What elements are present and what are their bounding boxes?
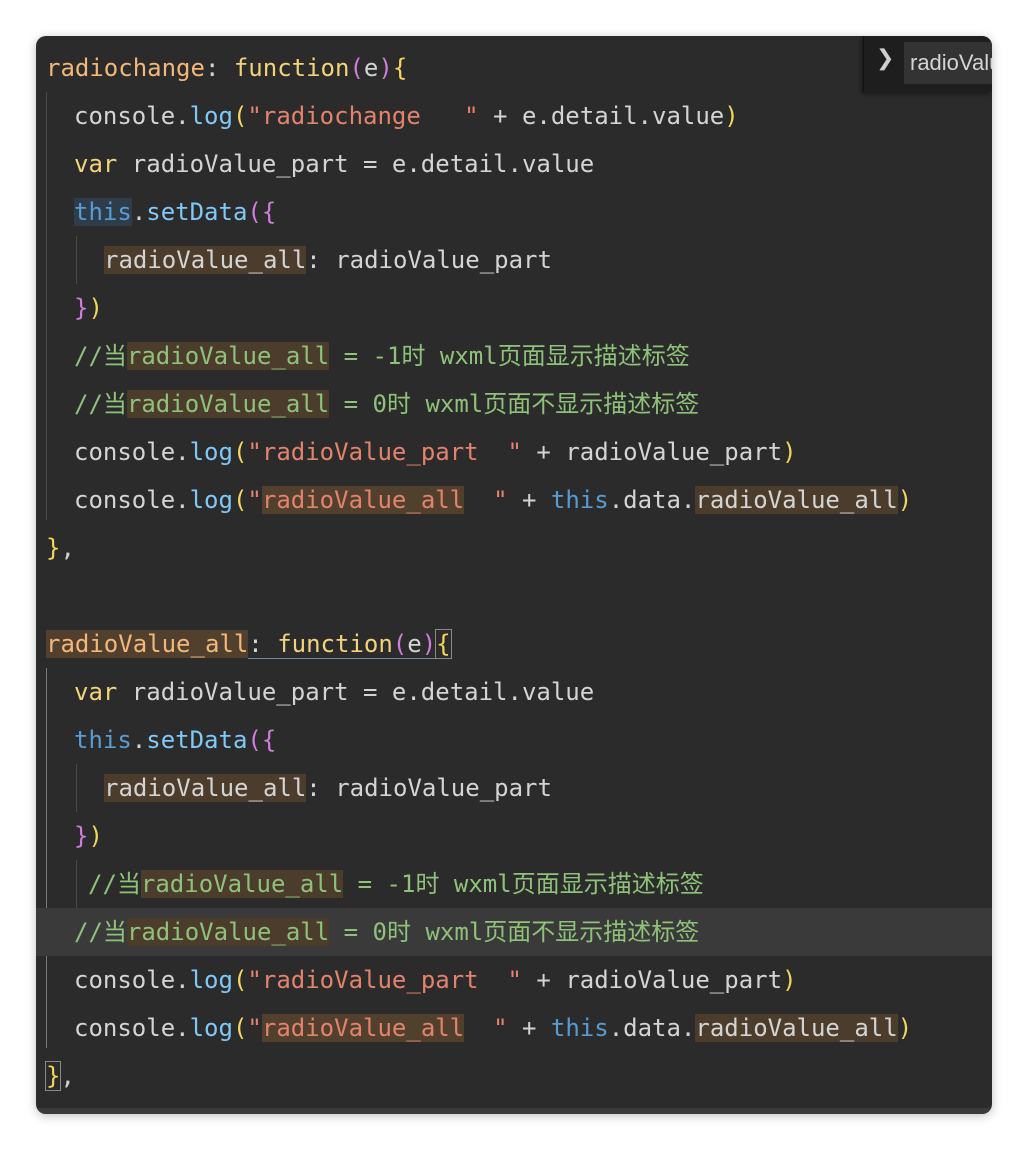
var-decl: radioValue_part = e.detail.value [117, 678, 595, 706]
member-access: .data. [608, 1014, 696, 1042]
colon: : [204, 54, 234, 82]
comment-text: = -1时 wxml页面显示描述标签 [343, 870, 704, 898]
log-method: log [189, 966, 233, 994]
comment-prefix: //当 [74, 342, 127, 370]
code-line-3[interactable]: var radioValue_part = e.detail.value [36, 140, 992, 188]
console-obj: console [74, 966, 176, 994]
code-line-19-current[interactable]: //当radioValue_all = 0时 wxml页面不显示描述标签 [36, 908, 992, 956]
comment-prefix: //当 [88, 870, 141, 898]
console-obj: console [74, 438, 176, 466]
highlight-radioValue_all: radioValue_all [126, 918, 330, 946]
comment-text: = 0时 wxml页面不显示描述标签 [329, 390, 700, 418]
setdata-method: setData [146, 726, 248, 754]
code-line-10[interactable]: console.log("radioValue_all " + this.dat… [36, 476, 992, 524]
string-quote: " [464, 486, 508, 514]
highlight-radioValue_all: radioValue_all [126, 390, 330, 418]
code-line-12-empty[interactable] [36, 572, 992, 620]
highlight-radioValue_all: radioValue_all [104, 774, 307, 802]
code-line-21[interactable]: console.log("radioValue_all " + this.dat… [36, 1004, 992, 1052]
log-method: log [189, 486, 233, 514]
highlight-radioValue_all: radioValue_all [261, 1014, 465, 1042]
code-line-8[interactable]: //当radioValue_all = 0时 wxml页面不显示描述标签 [36, 380, 992, 428]
comment-text: = 0时 wxml页面不显示描述标签 [329, 918, 700, 946]
keyword-function: function [277, 630, 393, 658]
console-obj: console [74, 486, 176, 514]
code-line-7[interactable]: //当radioValue_all = -1时 wxml页面显示描述标签 [36, 332, 992, 380]
highlight-radioValue_all: radioValue_all [46, 630, 249, 658]
string-quote: " [247, 486, 262, 514]
prop-value: : radioValue_part [306, 774, 552, 802]
member-access: .data. [608, 486, 696, 514]
operator: + [507, 1014, 551, 1042]
keyword-function: function [233, 54, 350, 82]
param: e [363, 54, 379, 82]
highlight-radioValue_all: radioValue_all [140, 870, 344, 898]
code-line-1[interactable]: radiochange: function(e){ [36, 44, 992, 92]
comment-prefix: //当 [74, 390, 127, 418]
code-line-20[interactable]: console.log("radioValue_part " + radioVa… [36, 956, 992, 1004]
breadcrumb[interactable]: ❯ radioValue_all [863, 36, 992, 92]
code-line-2[interactable]: console.log("radiochange " + e.detail.va… [36, 92, 992, 140]
keyword-var: var [74, 678, 118, 706]
code-line-5[interactable]: radioValue_all: radioValue_part [36, 236, 992, 284]
log-method: log [189, 102, 233, 130]
code-editor[interactable]: radiochange: function(e){ console.log("r… [36, 36, 992, 1114]
code-line-11[interactable]: }, [36, 524, 992, 572]
chevron-right-icon[interactable]: ❯ [876, 46, 894, 71]
prop-value: : radioValue_part [306, 246, 552, 274]
string-literal: "radioValue_part " [247, 438, 522, 466]
keyword-this: this [74, 198, 132, 226]
code-line-14[interactable]: var radioValue_part = e.detail.value [36, 668, 992, 716]
operator: + [507, 486, 551, 514]
expr: + radioValue_part [521, 438, 783, 466]
code-line-13[interactable]: radioValue_all: function(e){ [36, 620, 992, 668]
highlight-radioValue_all: radioValue_all [104, 246, 307, 274]
code-line-17[interactable]: }) [36, 812, 992, 860]
code-line-9[interactable]: console.log("radioValue_part " + radioVa… [36, 428, 992, 476]
keyword-this: this [550, 1014, 609, 1042]
param: e [407, 630, 422, 658]
code-line-22[interactable]: }, [36, 1052, 992, 1100]
comment-text: = -1时 wxml页面显示描述标签 [329, 342, 690, 370]
setdata-method: setData [146, 198, 248, 226]
highlight-radioValue_all: radioValue_all [695, 1014, 898, 1042]
log-method: log [189, 438, 233, 466]
console-obj: console [74, 102, 176, 130]
code-line-4[interactable]: this.setData({ [36, 188, 992, 236]
highlight-radioValue_all: radioValue_all [695, 486, 898, 514]
string-literal: "radioValue_part " [247, 966, 522, 994]
var-decl: radioValue_part = e.detail.value [117, 150, 595, 178]
highlight-radioValue_all: radioValue_all [261, 486, 465, 514]
code-line-15[interactable]: this.setData({ [36, 716, 992, 764]
expr: + radioValue_part [521, 966, 783, 994]
code-line-16[interactable]: radioValue_all: radioValue_part [36, 764, 992, 812]
colon: : [248, 630, 278, 658]
code-line-18[interactable]: //当radioValue_all = -1时 wxml页面显示描述标签 [36, 860, 992, 908]
console-obj: console [74, 1014, 176, 1042]
log-method: log [189, 1014, 233, 1042]
function-name: radiochange [46, 54, 205, 82]
string-literal: "radiochange " [247, 102, 479, 130]
horizontal-scrollbar[interactable] [36, 1108, 992, 1114]
highlight-radioValue_all: radioValue_all [126, 342, 330, 370]
comment-prefix: //当 [74, 918, 127, 946]
code-line-6[interactable]: }) [36, 284, 992, 332]
keyword-this: this [550, 486, 609, 514]
string-quote: " [464, 1014, 508, 1042]
keyword-var: var [74, 150, 118, 178]
breadcrumb-item[interactable]: radioValue_all [904, 42, 992, 84]
keyword-this: this [74, 726, 132, 754]
expr: + e.detail.value [478, 102, 725, 130]
string-quote: " [247, 1014, 262, 1042]
